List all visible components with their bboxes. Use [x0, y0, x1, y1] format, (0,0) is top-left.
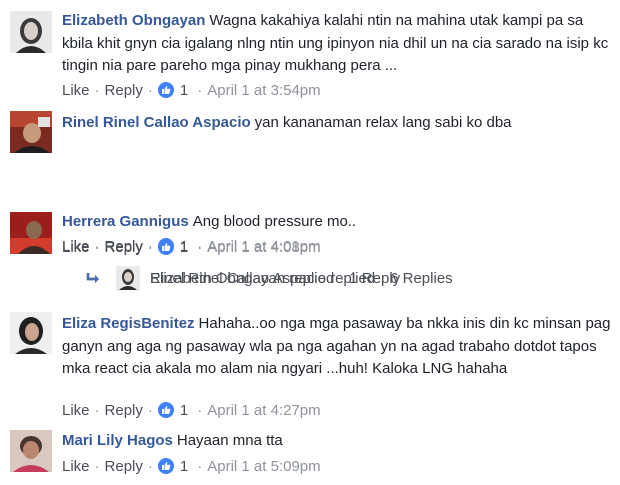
separator: ·: [197, 401, 203, 419]
separator: ·: [339, 269, 345, 287]
separator: ·: [147, 238, 153, 256]
avatar[interactable]: [10, 11, 52, 53]
comment-author[interactable]: Herrera Gannigus: [62, 213, 189, 230]
comment-author[interactable]: Mari Lily Hagos: [62, 432, 173, 449]
separator: ·: [197, 457, 203, 475]
comment-timestamp[interactable]: April 1 at 5:09pm: [207, 458, 320, 475]
like-icon[interactable]: [157, 239, 174, 255]
like-icon[interactable]: [157, 402, 174, 418]
comment-author[interactable]: Elizabeth Obngayan: [62, 12, 205, 29]
reply-button[interactable]: Reply: [105, 82, 143, 99]
comment-text: yan kananaman relax lang sabi ko dba: [254, 114, 512, 131]
comment-text: Hayaan mna tta: [176, 432, 283, 449]
replied-by-label[interactable]: Elizabeth Obngayan replied: [150, 270, 334, 287]
comment-author[interactable]: Eliza RegisBenitez: [62, 315, 195, 332]
comment-timestamp[interactable]: April 1 at 3:54pm: [207, 82, 320, 99]
like-button[interactable]: Like: [62, 458, 90, 475]
avatar[interactable]: [10, 111, 52, 153]
like-icon[interactable]: [157, 82, 174, 98]
avatar: [116, 266, 140, 290]
comment-timestamp[interactable]: April 1 at 4:27pm: [207, 402, 320, 419]
avatar[interactable]: [10, 430, 52, 472]
separator: ·: [147, 401, 153, 419]
like-icon[interactable]: [157, 458, 174, 474]
like-count[interactable]: 1: [180, 402, 188, 419]
reply-button[interactable]: Reply: [105, 402, 143, 419]
separator: ·: [94, 238, 100, 256]
reply-button[interactable]: Reply: [105, 458, 143, 475]
reply-button[interactable]: Reply: [105, 239, 143, 256]
like-count[interactable]: 1: [180, 239, 188, 256]
separator: ·: [197, 81, 203, 99]
reply-count[interactable]: 1 Reply: [349, 270, 400, 287]
separator: ·: [94, 457, 100, 475]
avatar[interactable]: [10, 212, 52, 254]
comment-timestamp[interactable]: April 1 at 4:08pm: [207, 239, 320, 256]
comment-text: Ang blood pressure mo..: [192, 213, 357, 230]
like-count[interactable]: 1: [180, 82, 188, 99]
avatar[interactable]: [10, 312, 52, 354]
view-replies-link[interactable]: Elizabeth Obngayan replied · 1 Reply: [86, 265, 400, 291]
separator: ·: [147, 81, 153, 99]
comment-author[interactable]: Rinel Rinel Callao Aspacio: [62, 114, 251, 131]
separator: ·: [197, 238, 203, 256]
separator: ·: [94, 401, 100, 419]
like-button[interactable]: Like: [62, 239, 90, 256]
reply-arrow-icon: [86, 273, 99, 283]
separator: ·: [94, 81, 100, 99]
like-button[interactable]: Like: [62, 82, 90, 99]
like-button[interactable]: Like: [62, 402, 90, 419]
separator: ·: [147, 457, 153, 475]
like-count[interactable]: 1: [180, 458, 188, 475]
